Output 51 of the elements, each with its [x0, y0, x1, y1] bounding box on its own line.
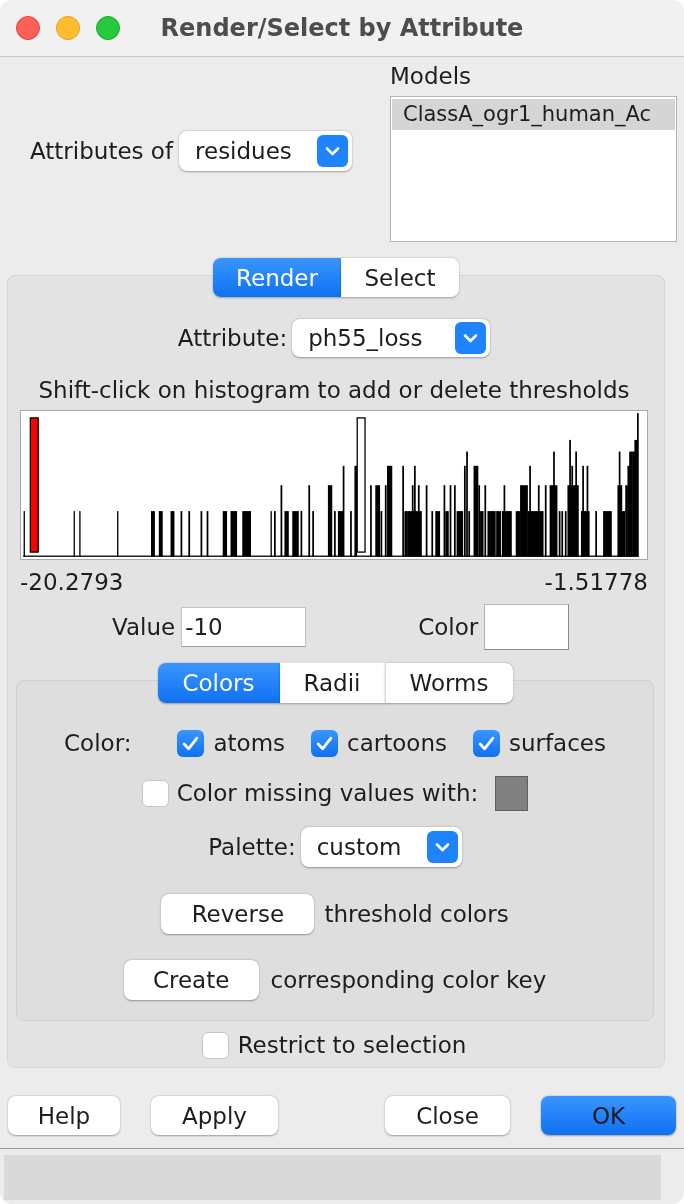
checkbox-label: Color missing values with: [176, 779, 479, 807]
checkbox[interactable] [311, 729, 339, 757]
checkbox-label: Restrict to selection [237, 1031, 467, 1059]
button[interactable]: Close [385, 1096, 510, 1135]
tab[interactable]: Render [213, 258, 341, 297]
window-close-button[interactable] [16, 16, 40, 40]
tab[interactable]: Worms [384, 663, 513, 703]
button[interactable]: Reverse [161, 894, 315, 934]
checkbox[interactable] [472, 729, 500, 757]
button[interactable]: OK [541, 1096, 676, 1135]
tab[interactable]: Colors [157, 663, 280, 703]
checkmark-icon [316, 735, 334, 751]
checkmark-icon [182, 735, 200, 751]
window-title: Render/Select by Attribute [160, 14, 524, 42]
value-field[interactable]: -10 [181, 607, 307, 647]
color-swatch[interactable] [495, 775, 529, 811]
button[interactable]: Help [8, 1096, 120, 1135]
field-label: Palette: [208, 833, 296, 861]
dropdown[interactable]: custom [300, 827, 462, 867]
color-swatch[interactable] [484, 604, 570, 650]
button-caption: corresponding color key [270, 966, 547, 994]
checkbox[interactable] [177, 729, 205, 757]
tab[interactable]: Select [341, 258, 459, 297]
checkbox-label: cartoons [347, 729, 447, 757]
checkbox[interactable] [141, 779, 169, 807]
field-label: Attributes of [30, 137, 174, 165]
field-label: Attribute: [177, 324, 288, 352]
range-max-label: -1.51778 [544, 568, 648, 596]
list-item[interactable]: ClassA_ogr1_human_Ac [392, 99, 675, 130]
dropdown[interactable]: ph55_loss [292, 319, 491, 357]
dropdown[interactable]: residues [179, 131, 353, 171]
tab[interactable]: Radii [279, 663, 385, 703]
chevron-down-icon [426, 831, 458, 863]
checkmark-icon [477, 735, 495, 751]
checkbox-label: atoms [213, 729, 286, 757]
range-min-label: -20.2793 [20, 568, 124, 596]
checkbox-label: surfaces [508, 729, 606, 757]
checkbox[interactable] [201, 1031, 229, 1059]
threshold-marker[interactable] [29, 417, 39, 553]
button[interactable]: Apply [151, 1096, 278, 1135]
window-zoom-button[interactable] [96, 16, 120, 40]
field-label: Color [418, 613, 479, 641]
chevron-down-icon [317, 135, 349, 167]
field-label: Value [112, 613, 176, 641]
field-label: Color: [64, 729, 132, 757]
threshold-marker[interactable] [356, 417, 366, 553]
instruction-text: Shift-click on histogram to add or delete thresholds [37, 376, 631, 404]
chevron-down-icon [455, 322, 487, 354]
button[interactable]: Create [123, 960, 259, 1000]
button-caption: threshold colors [324, 900, 509, 928]
list-label: Models [390, 63, 473, 89]
